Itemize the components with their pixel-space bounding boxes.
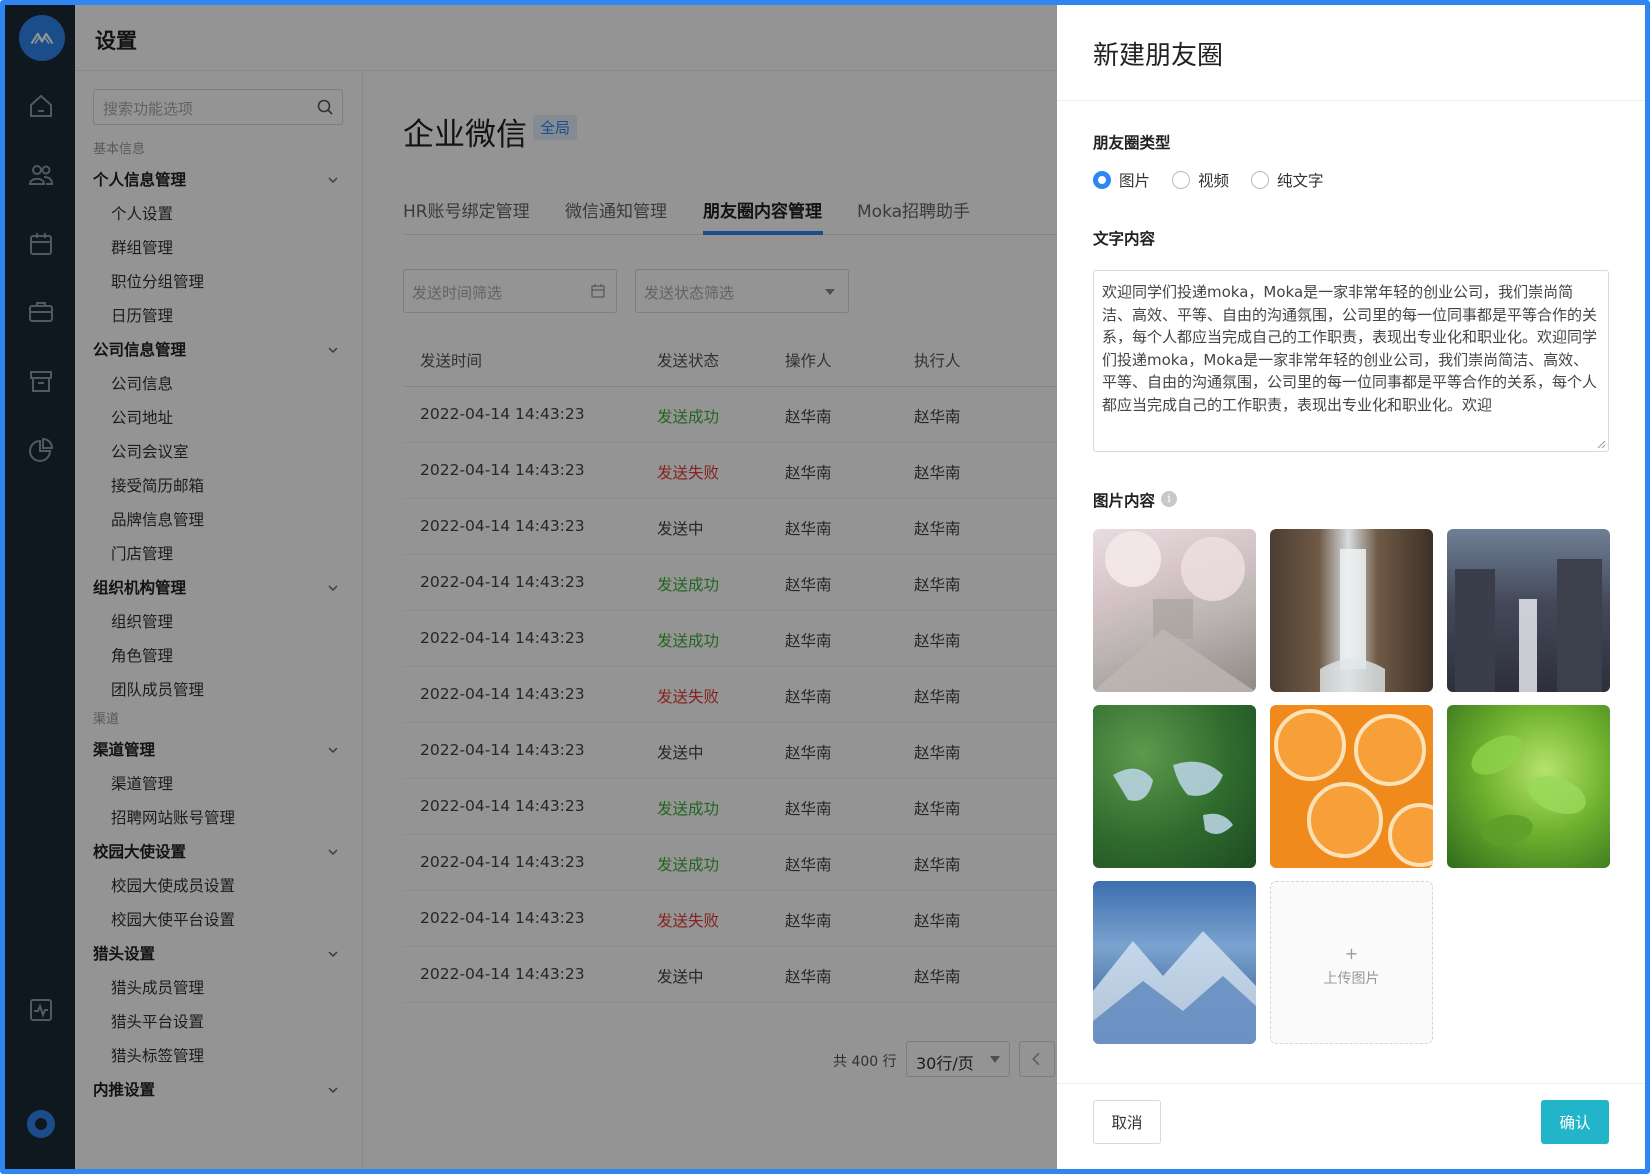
text-content-label: 文字内容 bbox=[1093, 230, 1156, 248]
image-thumbnail-leaves[interactable] bbox=[1447, 705, 1610, 868]
radio-label: 图片 bbox=[1119, 172, 1151, 190]
moment-type-radio-group: 图片 视频 纯文字 bbox=[1093, 169, 1324, 191]
text-content-value: 欢迎同学们投递moka，Moka是一家非常年轻的创业公司，我们崇尚简洁、高效、平… bbox=[1102, 283, 1598, 414]
drawer-footer: 取消 确认 bbox=[1057, 1083, 1645, 1169]
image-thumbnail-city-waterfall[interactable] bbox=[1447, 529, 1610, 692]
info-icon[interactable]: i bbox=[1161, 491, 1177, 507]
resize-handle-icon[interactable] bbox=[1596, 439, 1606, 449]
image-thumbnail-mountains[interactable] bbox=[1093, 881, 1256, 1044]
confirm-button[interactable]: 确认 bbox=[1541, 1100, 1609, 1144]
upload-image-button[interactable]: + 上传图片 bbox=[1270, 881, 1433, 1044]
modal-overlay[interactable] bbox=[5, 5, 1057, 1169]
image-thumbnail-cherry-blossom[interactable] bbox=[1093, 529, 1256, 692]
radio-label: 视频 bbox=[1198, 172, 1230, 190]
moment-type-label: 朋友圈类型 bbox=[1093, 134, 1171, 152]
image-thumbnail-waterfall[interactable] bbox=[1270, 529, 1433, 692]
image-content-label: 图片内容 bbox=[1093, 492, 1156, 510]
radio-label: 纯文字 bbox=[1277, 172, 1324, 190]
new-moment-drawer: 新建朋友圈 朋友圈类型 图片 视频 纯文字 文字内容 欢迎同学们投递moka，Mok… bbox=[1057, 5, 1645, 1169]
radio-indicator[interactable] bbox=[1093, 171, 1111, 189]
moment-type-radio[interactable]: 视频 bbox=[1172, 169, 1229, 191]
moment-type-radio[interactable]: 纯文字 bbox=[1251, 169, 1324, 191]
app-window: 设置 搜索功能选项 基本信息 个人信息管理 个人设置 群组管理 职位分组管理 日历管理 公司… bbox=[0, 0, 1650, 1174]
upload-image-label: 上传图片 bbox=[1323, 971, 1380, 987]
text-content-textarea[interactable]: 欢迎同学们投递moka，Moka是一家非常年轻的创业公司，我们崇尚简洁、高效、平… bbox=[1093, 270, 1609, 452]
image-thumbnail-oranges[interactable] bbox=[1270, 705, 1433, 868]
moment-type-radio[interactable]: 图片 bbox=[1093, 169, 1150, 191]
image-thumbnail-forest-map[interactable] bbox=[1093, 705, 1256, 868]
drawer-header: 新建朋友圈 bbox=[1057, 5, 1645, 101]
plus-icon: + bbox=[1344, 944, 1359, 963]
drawer-title: 新建朋友圈 bbox=[1093, 41, 1224, 71]
cancel-button[interactable]: 取消 bbox=[1093, 1100, 1161, 1144]
radio-indicator[interactable] bbox=[1172, 171, 1191, 189]
radio-indicator[interactable] bbox=[1251, 171, 1270, 189]
